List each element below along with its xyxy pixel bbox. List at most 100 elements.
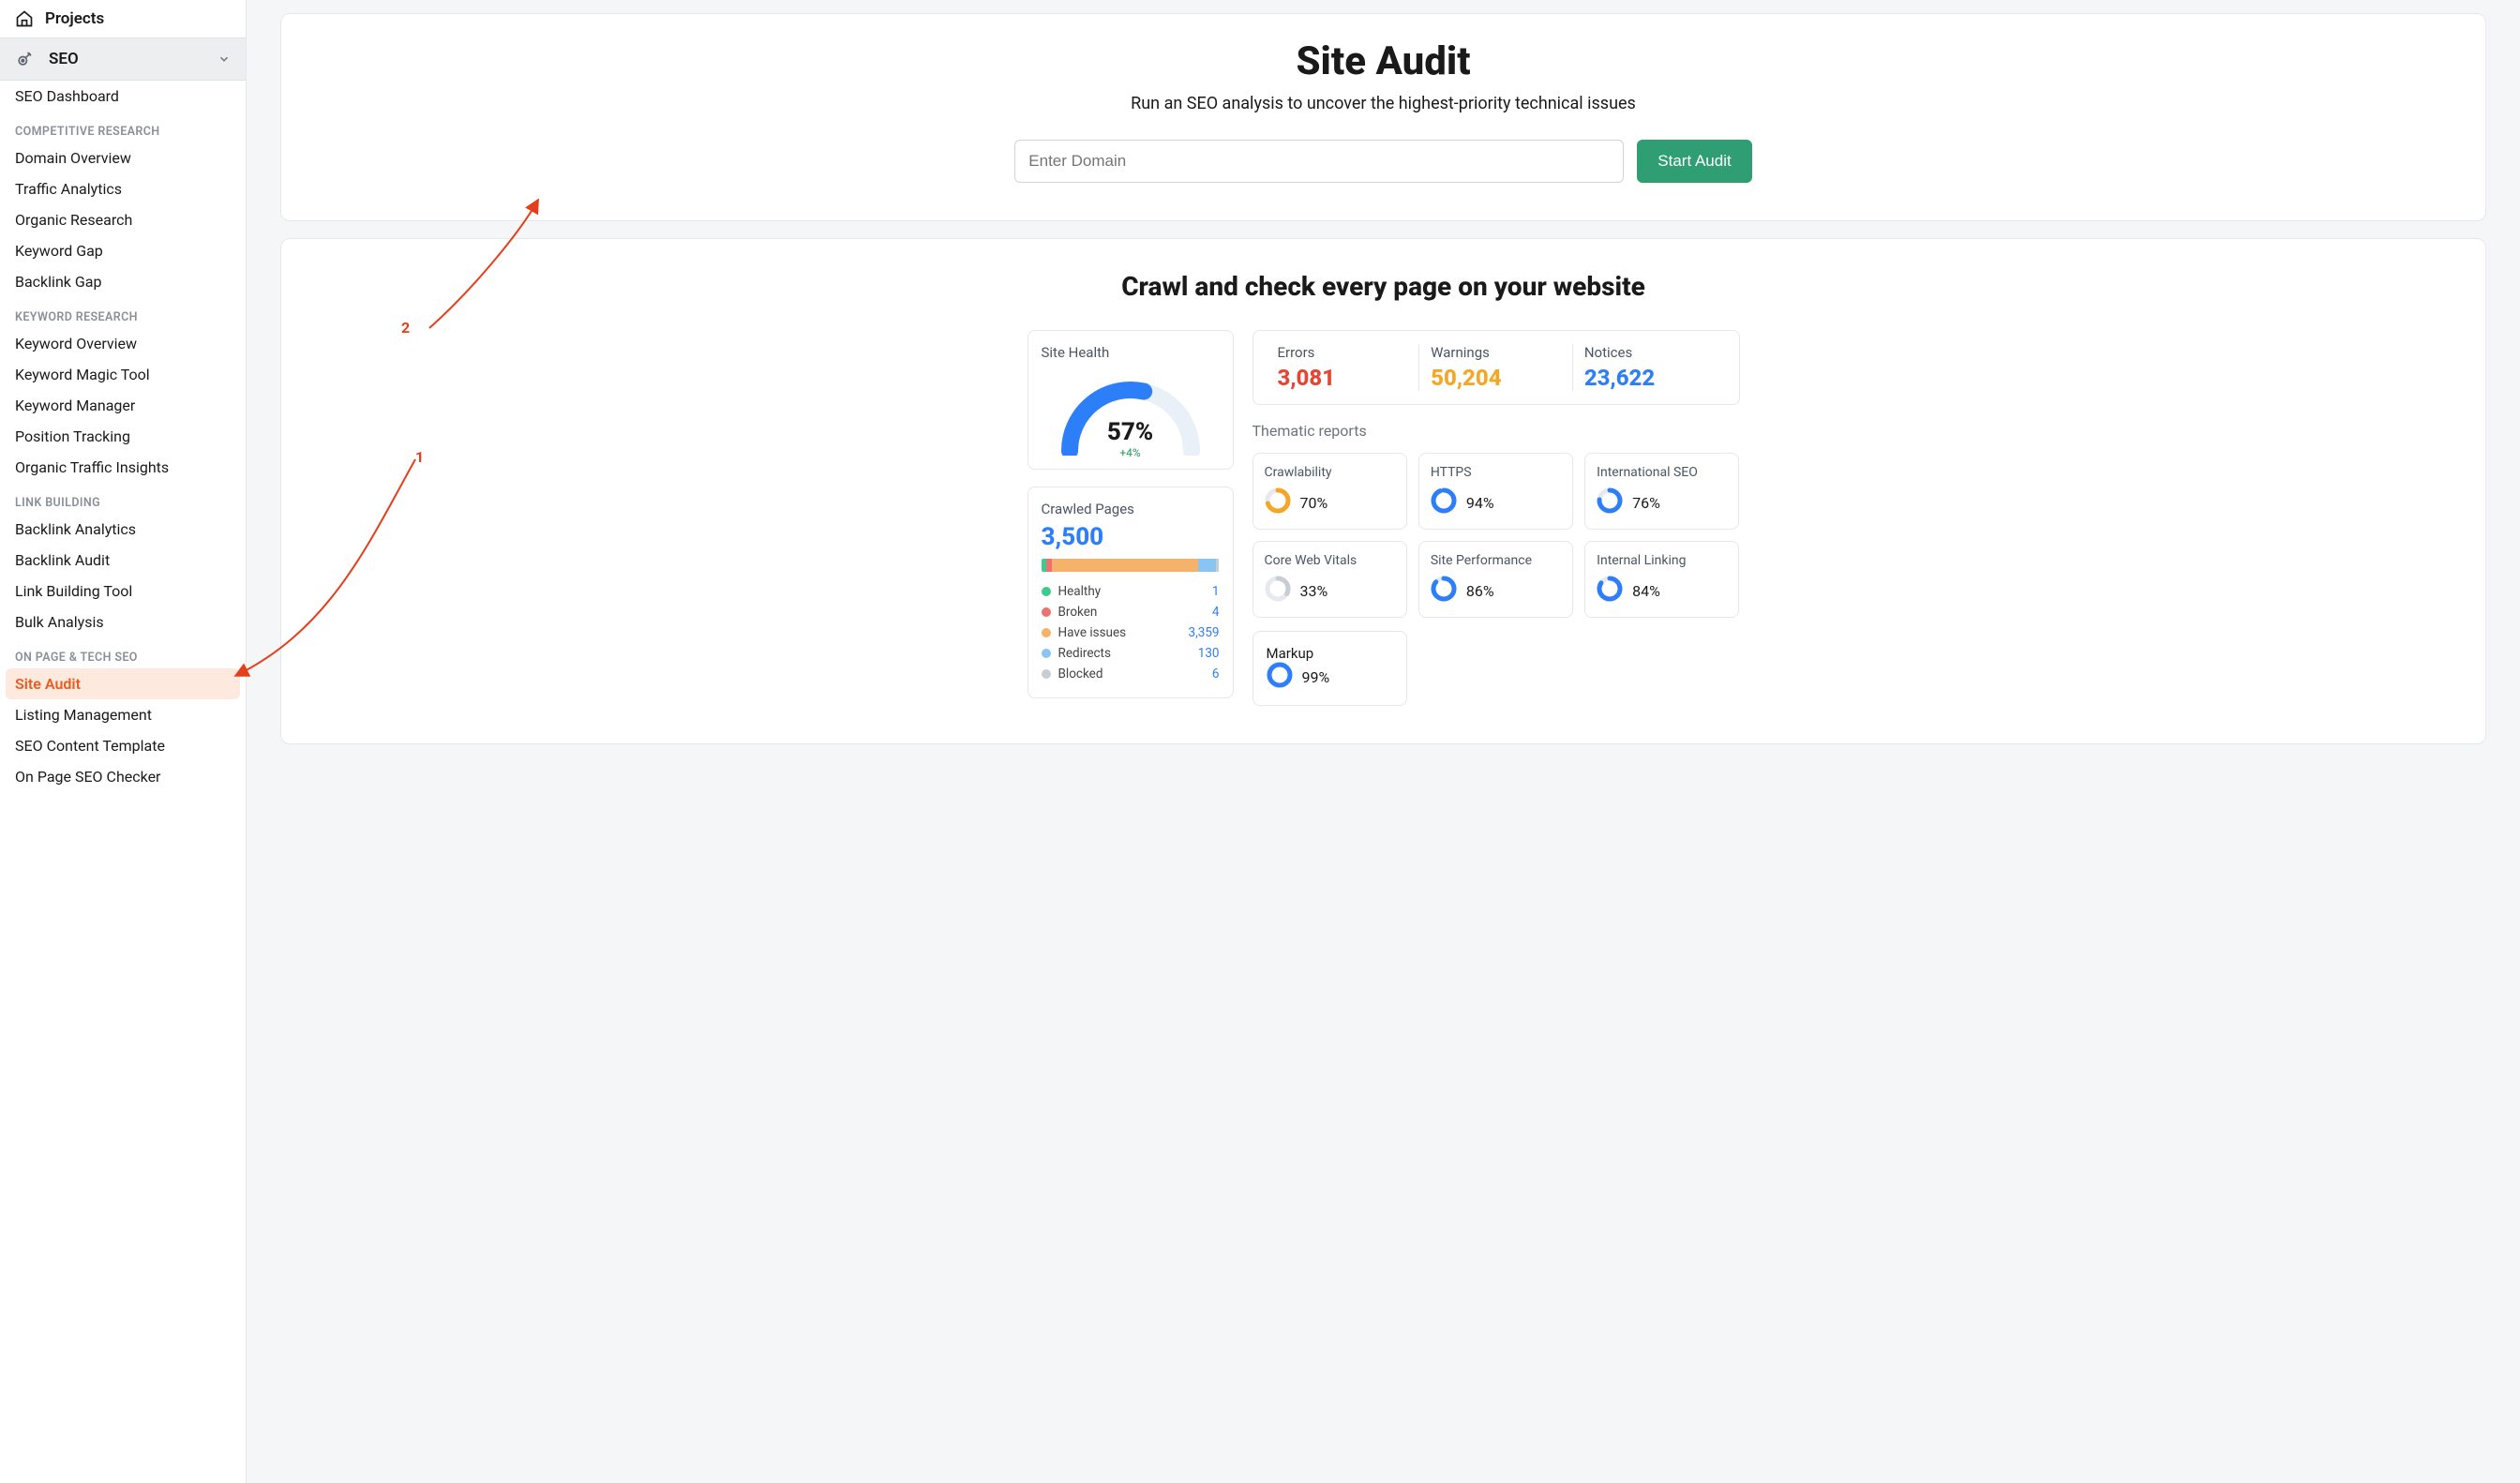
errors-value: 3,081 [1278,365,1408,391]
sidebar-item-seo-dashboard[interactable]: SEO Dashboard [0,81,246,112]
seo-label: SEO [49,50,79,68]
legend-label: Have issues [1058,625,1181,640]
sidebar-item-backlink-audit[interactable]: Backlink Audit [0,545,246,576]
legend-row[interactable]: Redirects 130 [1042,643,1220,664]
page-subtitle: Run an SEO analysis to uncover the highe… [315,94,2452,113]
thematic-report-tile[interactable]: Markup 99% [1252,631,1407,706]
sidebar-item-organic-traffic-insights[interactable]: Organic Traffic Insights [0,452,246,483]
thematic-report-label: Site Performance [1431,553,1561,568]
thematic-report-tile[interactable]: Internal Linking 84% [1584,541,1739,618]
legend-label: Broken [1058,605,1205,620]
projects-label: Projects [45,9,104,28]
thematic-report-tile[interactable]: Crawlability 70% [1252,453,1407,530]
legend-value: 3,359 [1188,625,1219,640]
sidebar-item-seo-content-template[interactable]: SEO Content Template [0,730,246,761]
sidebar-item-bulk-analysis[interactable]: Bulk Analysis [0,607,246,637]
legend-dot-icon [1042,669,1051,679]
thematic-report-pct: 99% [1302,668,1330,686]
sidebar-group-competitive: COMPETITIVE RESEARCH [0,112,246,142]
legend-dot-icon [1042,607,1051,617]
sidebar: Projects SEO SEO Dashboard COMPETITIVE R… [0,0,247,1483]
thematic-report-pct: 86% [1466,582,1494,600]
thematic-report-label: Internal Linking [1597,553,1727,568]
main-content: 1 2 Site Audit Run an SEO analysis to un… [247,0,2520,1483]
sidebar-group-link: LINK BUILDING [0,483,246,514]
legend-row[interactable]: Blocked 6 [1042,664,1220,684]
sidebar-item-organic-research[interactable]: Organic Research [0,204,246,235]
legend-row[interactable]: Healthy 1 [1042,581,1220,602]
legend-value: 6 [1212,667,1220,682]
thematic-report-pct: 33% [1300,582,1328,600]
thematic-report-tile[interactable]: International SEO 76% [1584,453,1739,530]
donut-icon [1265,576,1291,606]
start-audit-button[interactable]: Start Audit [1637,140,1751,183]
thematic-report-pct: 76% [1632,494,1660,512]
sidebar-item-domain-overview[interactable]: Domain Overview [0,142,246,173]
legend-value: 1 [1212,584,1220,599]
warnings-label: Warnings [1431,344,1561,361]
legend-dot-icon [1042,628,1051,637]
legend-label: Redirects [1058,646,1191,661]
page-title: Site Audit [315,38,2452,84]
thematic-report-pct: 94% [1466,494,1494,512]
thematic-report-pct: 70% [1300,494,1328,512]
thematic-report-tile[interactable]: Core Web Vitals 33% [1252,541,1407,618]
sidebar-item-link-building-tool[interactable]: Link Building Tool [0,576,246,607]
donut-icon [1267,662,1293,692]
home-icon [15,9,34,28]
sidebar-item-onpage-seo-checker[interactable]: On Page SEO Checker [0,761,246,792]
legend-value: 4 [1212,605,1220,620]
site-health-delta: +4% [1051,446,1210,459]
legend-row[interactable]: Have issues 3,359 [1042,622,1220,643]
legend-dot-icon [1042,649,1051,658]
donut-icon [1597,487,1623,517]
target-icon [15,50,34,68]
sidebar-item-position-tracking[interactable]: Position Tracking [0,421,246,452]
legend-label: Blocked [1058,667,1205,682]
sidebar-group-onpage: ON PAGE & TECH SEO [0,637,246,668]
thematic-report-label: Core Web Vitals [1265,553,1395,568]
sidebar-item-keyword-manager[interactable]: Keyword Manager [0,390,246,421]
thematic-report-label: Crawlability [1265,465,1395,480]
legend-dot-icon [1042,587,1051,596]
errors-label: Errors [1278,344,1408,361]
site-health-box[interactable]: Site Health 57% +4% [1028,330,1234,470]
crawled-pages-box[interactable]: Crawled Pages 3,500 Healthy1Broken4Have … [1028,487,1234,698]
sidebar-item-traffic-analytics[interactable]: Traffic Analytics [0,173,246,204]
crawl-section-title: Crawl and check every page on your websi… [315,271,2452,302]
crawled-pages-bar [1042,559,1220,572]
hero-card: Site Audit Run an SEO analysis to uncove… [280,13,2486,221]
sidebar-item-site-audit[interactable]: Site Audit [6,668,240,699]
notices-label: Notices [1584,344,1715,361]
donut-icon [1265,487,1291,517]
site-health-gauge: 57% +4% [1051,367,1210,456]
legend-label: Healthy [1058,584,1205,599]
sidebar-item-listing-management[interactable]: Listing Management [0,699,246,730]
thematic-report-tile[interactable]: Site Performance 86% [1418,541,1573,618]
warnings-value: 50,204 [1431,365,1561,391]
thematic-report-pct: 84% [1632,582,1660,600]
thematic-reports-label: Thematic reports [1252,422,1740,440]
crawled-pages-label: Crawled Pages [1042,501,1220,517]
thematic-report-label: International SEO [1597,465,1727,480]
site-health-pct: 57% [1051,418,1210,446]
legend-row[interactable]: Broken 4 [1042,602,1220,622]
sidebar-item-keyword-magic-tool[interactable]: Keyword Magic Tool [0,359,246,390]
legend-value: 130 [1198,646,1220,661]
sidebar-item-backlink-gap[interactable]: Backlink Gap [0,266,246,297]
sidebar-projects[interactable]: Projects [0,0,246,37]
sidebar-item-keyword-overview[interactable]: Keyword Overview [0,328,246,359]
domain-input[interactable] [1014,140,1624,183]
donut-icon [1431,576,1457,606]
thematic-report-label: Markup [1267,645,1393,662]
thematic-report-tile[interactable]: HTTPS 94% [1418,453,1573,530]
chevron-down-icon [218,52,231,66]
crawl-card: Crawl and check every page on your websi… [280,238,2486,744]
sidebar-seo-toggle[interactable]: SEO [0,37,246,81]
thematic-report-label: HTTPS [1431,465,1561,480]
issue-counts-box[interactable]: Errors 3,081 Warnings 50,204 Notices 23,… [1252,330,1740,405]
sidebar-item-keyword-gap[interactable]: Keyword Gap [0,235,246,266]
notices-value: 23,622 [1584,365,1715,391]
sidebar-item-backlink-analytics[interactable]: Backlink Analytics [0,514,246,545]
donut-icon [1597,576,1623,606]
